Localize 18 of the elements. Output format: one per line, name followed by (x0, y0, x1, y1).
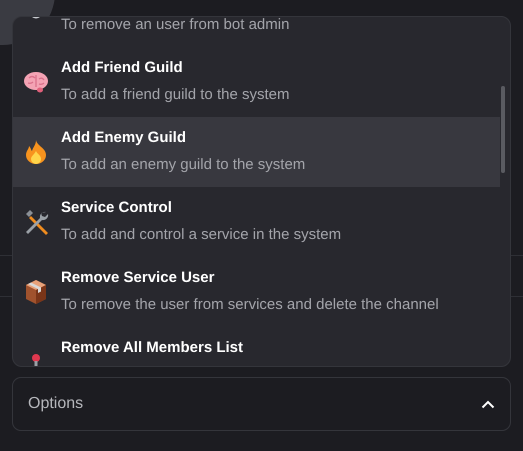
item-title: Remove All Members List (61, 339, 243, 357)
menu-item[interactable]: Remove All Members List (13, 327, 500, 366)
menu-item[interactable]: Add Friend Guild To add a friend guild to the system (13, 47, 500, 117)
item-description: To add a friend guild to the system (61, 86, 290, 104)
item-title: Service Control (61, 199, 173, 217)
menu-item[interactable]: Service Control To add and control a service in the system (13, 187, 500, 257)
options-select[interactable]: Options (12, 377, 511, 431)
menu-item[interactable]: Add Enemy Guild To add an enemy guild to the system (13, 117, 500, 187)
item-description: To remove the user from services and delete the channel (61, 296, 439, 314)
item-description: To add an enemy guild to the system (61, 156, 306, 174)
item-title: Remove Service User (61, 269, 216, 287)
item-title: Add Enemy Guild (61, 129, 188, 147)
menu-item[interactable]: Remove Service User To remove the user from services and delete the channel (13, 257, 500, 327)
item-title: Add Friend Guild (61, 59, 184, 77)
menu-item[interactable]: To remove an user from bot admin (13, 17, 500, 47)
item-description: To remove an user from bot admin (61, 17, 290, 34)
item-description: To add and control a service in the system (61, 226, 342, 244)
select-placeholder: Options (28, 395, 84, 413)
